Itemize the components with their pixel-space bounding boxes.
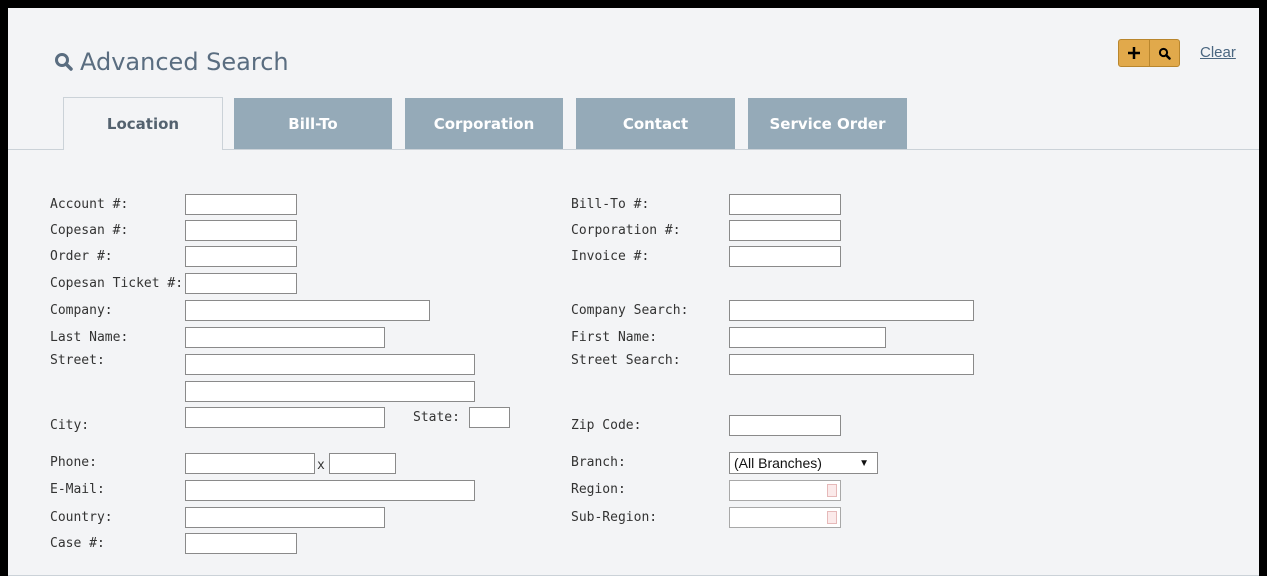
order-input[interactable] (185, 246, 297, 267)
search-icon (1158, 47, 1171, 60)
company-search-label: Company Search: (571, 303, 689, 318)
clear-link[interactable]: Clear (1200, 44, 1236, 61)
region-label: Region: (571, 482, 626, 497)
tab-bar: Location Bill-To Corporation Contact Ser… (8, 97, 1259, 150)
action-button-group (1118, 39, 1180, 67)
street-label: Street: (50, 353, 105, 368)
phone-input[interactable] (185, 453, 315, 474)
zip-code-label: Zip Code: (571, 418, 642, 433)
tab-corporation[interactable]: Corporation (405, 98, 563, 149)
city-input[interactable] (185, 407, 385, 428)
lookup-icon (827, 511, 837, 524)
street-input-line2[interactable] (185, 381, 475, 402)
first-name-input[interactable] (729, 327, 886, 348)
street-input-line1[interactable] (185, 354, 475, 375)
zip-code-input[interactable] (729, 415, 841, 436)
case-input[interactable] (185, 533, 297, 554)
company-search-input[interactable] (729, 300, 974, 321)
copesan-ticket-label: Copesan Ticket #: (50, 276, 184, 291)
page-title-text: Advanced Search (80, 48, 289, 76)
last-name-input[interactable] (185, 327, 385, 348)
phone-ext-separator: x (317, 458, 325, 473)
search-form: Account #: Copesan #: Order #: Copesan T… (8, 8, 1259, 576)
branch-select-value: (All Branches) (734, 455, 822, 471)
account-label: Account #: (50, 197, 129, 212)
dropdown-arrow-icon: ▼ (859, 457, 869, 469)
tab-contact[interactable]: Contact (576, 98, 735, 149)
page-title: Advanced Search (54, 46, 289, 78)
email-label: E-Mail: (50, 482, 105, 497)
corporation-label: Corporation #: (571, 223, 681, 238)
copesan-label: Copesan #: (50, 223, 129, 238)
invoice-input[interactable] (729, 246, 841, 267)
region-picker[interactable] (729, 480, 841, 501)
advanced-search-panel: Advanced Search Clear Location Bill-To C… (8, 8, 1259, 576)
search-button[interactable] (1148, 40, 1180, 66)
search-icon (55, 53, 73, 71)
state-input[interactable] (469, 407, 510, 428)
sub-region-picker[interactable] (729, 507, 841, 528)
last-name-label: Last Name: (50, 330, 129, 345)
bill-to-input[interactable] (729, 194, 841, 215)
tab-service-order[interactable]: Service Order (748, 98, 907, 149)
copesan-ticket-input[interactable] (185, 273, 297, 294)
sub-region-label: Sub-Region: (571, 510, 658, 525)
order-label: Order #: (50, 249, 113, 264)
country-label: Country: (50, 510, 113, 525)
country-input[interactable] (185, 507, 385, 528)
company-label: Company: (50, 303, 113, 318)
phone-ext-input[interactable] (329, 453, 396, 474)
case-label: Case #: (50, 536, 105, 551)
email-input[interactable] (185, 480, 475, 501)
branch-label: Branch: (571, 455, 626, 470)
branch-select[interactable]: (All Branches) ▼ (729, 452, 878, 474)
city-label: City: (50, 418, 90, 433)
state-label: State: (413, 410, 460, 425)
first-name-label: First Name: (571, 330, 658, 345)
invoice-label: Invoice #: (571, 249, 650, 264)
company-input[interactable] (185, 300, 430, 321)
tab-location[interactable]: Location (63, 97, 223, 150)
plus-icon (1127, 47, 1140, 59)
lookup-icon (827, 484, 837, 497)
phone-label: Phone: (50, 455, 97, 470)
tab-bill-to[interactable]: Bill-To (234, 98, 392, 149)
corporation-input[interactable] (729, 220, 841, 241)
street-search-label: Street Search: (571, 353, 681, 368)
street-search-input[interactable] (729, 354, 974, 375)
add-button[interactable] (1119, 40, 1149, 66)
copesan-input[interactable] (185, 220, 297, 241)
bill-to-label: Bill-To #: (571, 197, 650, 212)
account-input[interactable] (185, 194, 297, 215)
